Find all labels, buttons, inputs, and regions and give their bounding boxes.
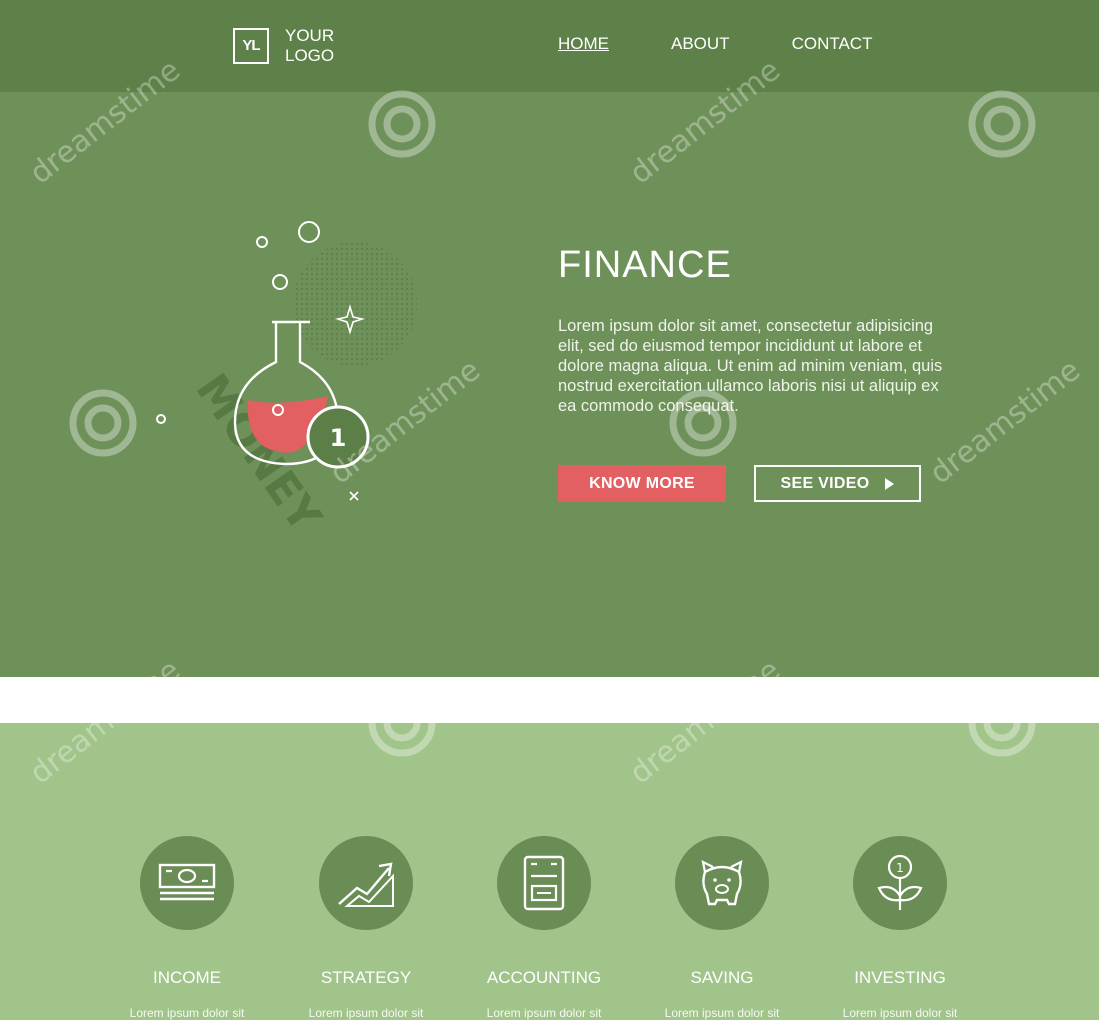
bubble-icon xyxy=(298,221,320,243)
bubble-icon xyxy=(272,274,288,290)
know-more-button[interactable]: KNOW MORE xyxy=(558,465,726,502)
know-more-label: KNOW MORE xyxy=(589,474,695,492)
bubble-icon xyxy=(256,236,268,248)
feature-text: Lorem ipsum dolor sit xyxy=(842,1006,958,1020)
feature-icon-circle xyxy=(497,836,591,930)
banknote-icon xyxy=(158,863,216,901)
growth-chart-icon xyxy=(338,862,394,907)
logo-text: YOUR LOGO xyxy=(285,26,345,66)
site-header: YL YOUR LOGO HOME ABOUT CONTACT xyxy=(0,0,1099,92)
hero-section: MONEY 1 FINANCE Lorem ipsum dolor sit am… xyxy=(0,92,1099,677)
calculator-icon xyxy=(523,855,565,911)
nav-home-link[interactable]: HOME xyxy=(558,34,609,54)
feature-investing[interactable]: 1 INVESTING Lorem ipsum dolor sit xyxy=(800,836,1000,1020)
feature-accounting[interactable]: ACCOUNTING Lorem ipsum dolor sit xyxy=(444,836,644,1020)
feature-strategy[interactable]: STRATEGY Lorem ipsum dolor sit xyxy=(266,836,466,1020)
feature-label: INCOME xyxy=(153,968,221,987)
feature-saving[interactable]: SAVING Lorem ipsum dolor sit xyxy=(622,836,822,1020)
money-plant-icon: 1 xyxy=(877,854,923,910)
piggy-bank-icon xyxy=(701,860,743,906)
feature-text: Lorem ipsum dolor sit xyxy=(308,1006,424,1020)
feature-label: SAVING xyxy=(690,968,754,987)
logo-text-line1: YOUR xyxy=(285,26,335,45)
feature-text: Lorem ipsum dolor sit xyxy=(664,1006,780,1020)
feature-label: ACCOUNTING xyxy=(486,968,602,987)
flask-coin-illustration: MONEY 1 xyxy=(156,221,417,532)
dotted-halo xyxy=(293,242,417,366)
coin-number: 1 xyxy=(330,424,347,452)
hero-title: FINANCE xyxy=(558,244,732,286)
feature-icon-circle xyxy=(675,836,769,930)
nav-about-link[interactable]: ABOUT xyxy=(671,34,730,54)
feature-icon-circle: 1 xyxy=(853,836,947,930)
feature-label: INVESTING xyxy=(854,968,946,987)
section-divider xyxy=(0,677,1099,723)
play-icon xyxy=(885,477,895,490)
features-section: INCOME Lorem ipsum dolor sit STRATEGY Lo… xyxy=(0,723,1099,1020)
feature-text: Lorem ipsum dolor sit xyxy=(486,1006,602,1020)
svg-text:1: 1 xyxy=(896,861,904,875)
logo[interactable]: YL YOUR LOGO xyxy=(233,26,345,66)
nav-contact-link[interactable]: CONTACT xyxy=(792,34,873,54)
feature-label: STRATEGY xyxy=(320,968,412,987)
feature-text: Lorem ipsum dolor sit xyxy=(129,1006,245,1020)
see-video-label: SEE VIDEO xyxy=(780,474,870,492)
cross-icon xyxy=(349,491,359,501)
logo-text-line2: LOGO xyxy=(285,46,335,65)
see-video-button[interactable]: SEE VIDEO xyxy=(754,465,921,502)
main-nav: HOME ABOUT CONTACT xyxy=(558,34,872,54)
hero-description: Lorem ipsum dolor sit amet, consectetur … xyxy=(558,317,943,415)
feature-icon-circle xyxy=(319,836,413,930)
logo-mark: YL xyxy=(233,28,269,64)
feature-income[interactable]: INCOME Lorem ipsum dolor sit xyxy=(87,836,287,1020)
feature-icon-circle xyxy=(140,836,234,930)
bubble-icon xyxy=(156,414,166,424)
